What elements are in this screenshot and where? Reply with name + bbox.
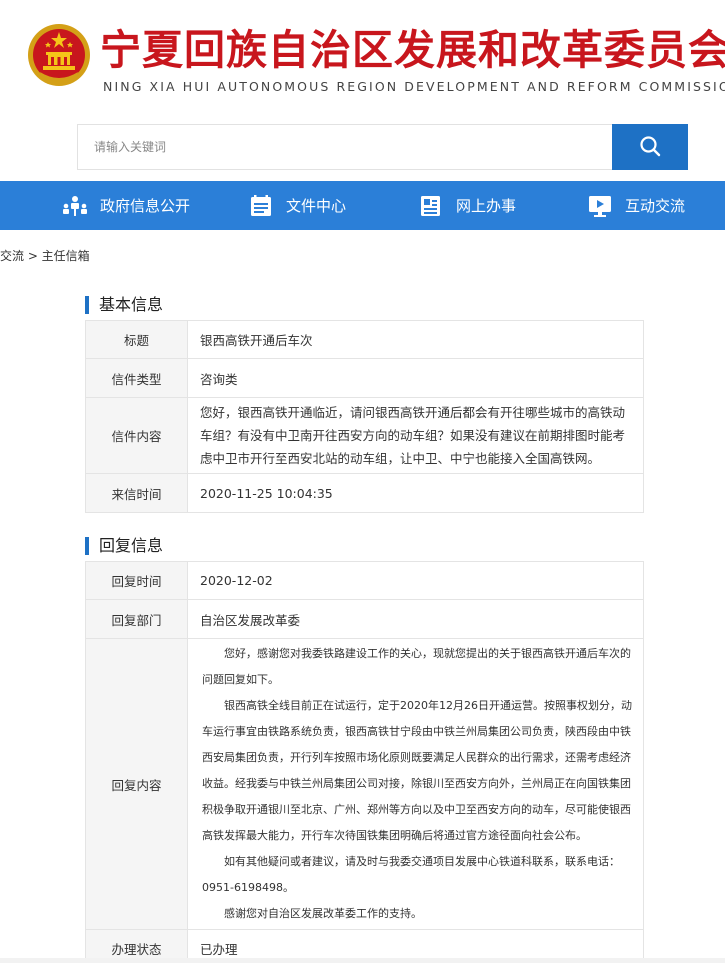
nav-item-documents[interactable]: 文件中心 bbox=[248, 181, 346, 230]
row-label: 回复内容 bbox=[85, 638, 188, 930]
row-label: 来信时间 bbox=[85, 473, 188, 513]
footer-divider bbox=[0, 958, 725, 963]
row-value: 2020-11-25 10:04:35 bbox=[187, 473, 644, 513]
reply-paragraph: 如有其他疑问或者建议，请及时与我委交通项目发展中心铁道科联系，联系电话：0951… bbox=[202, 855, 620, 894]
nav-item-online-service[interactable]: 网上办事 bbox=[418, 181, 516, 230]
reply-content: 您好，感谢您对我委铁路建设工作的关心，现就您提出的关于银西高铁开通后车次的问题回… bbox=[187, 638, 644, 930]
nav-label: 网上办事 bbox=[456, 197, 517, 215]
nav-item-interaction[interactable]: 互动交流 bbox=[587, 181, 685, 230]
table-row: 标题 银西高铁开通后车次 bbox=[85, 320, 644, 359]
row-value: 您好，银西高铁开通临近，请问银西高铁开通后都会有开往哪些城市的高铁动车组？有没有… bbox=[187, 397, 644, 474]
reply-paragraph: 感谢您对自治区发展改革委工作的支持。 bbox=[224, 907, 422, 920]
table-row: 来信时间 2020-11-25 10:04:35 bbox=[85, 473, 644, 513]
table-row: 回复内容 您好，感谢您对我委铁路建设工作的关心，现就您提出的关于银西高铁开通后车… bbox=[85, 638, 644, 930]
search-button[interactable] bbox=[612, 124, 688, 170]
nav-label: 文件中心 bbox=[286, 197, 347, 215]
online-service-icon bbox=[418, 195, 444, 217]
document-icon bbox=[248, 194, 274, 217]
row-label: 信件内容 bbox=[85, 397, 188, 474]
row-value: 自治区发展改革委 bbox=[187, 599, 644, 639]
search-icon bbox=[639, 135, 661, 160]
site-header: 宁夏回族自治区发展和改革委员会 NING XIA HUI AUTONOMOUS … bbox=[0, 0, 725, 110]
section-title-basic: 基本信息 bbox=[85, 296, 163, 314]
people-hierarchy-icon bbox=[62, 195, 88, 217]
national-emblem-icon bbox=[26, 22, 92, 88]
nav-label: 政府信息公开 bbox=[100, 197, 191, 215]
site-title-en: NING XIA HUI AUTONOMOUS REGION DEVELOPME… bbox=[103, 79, 725, 94]
table-row: 信件类型 咨询类 bbox=[85, 358, 644, 398]
nav-label: 互动交流 bbox=[625, 197, 686, 215]
row-label: 回复时间 bbox=[85, 561, 188, 600]
row-value: 咨询类 bbox=[187, 358, 644, 398]
basic-info-table: 标题 银西高铁开通后车次 信件类型 咨询类 信件内容 您好，银西高铁开通临近，请… bbox=[85, 320, 644, 513]
row-label: 标题 bbox=[85, 320, 188, 359]
table-row: 回复部门 自治区发展改革委 bbox=[85, 599, 644, 639]
row-label: 信件类型 bbox=[85, 358, 188, 398]
row-label: 回复部门 bbox=[85, 599, 188, 639]
main-nav: 政府信息公开 文件中心 网上办事 互动交流 bbox=[0, 181, 725, 230]
row-value: 2020-12-02 bbox=[187, 561, 644, 600]
site-title: 宁夏回族自治区发展和改革委员会 bbox=[100, 26, 725, 74]
search-bar bbox=[77, 124, 688, 170]
row-value: 银西高铁开通后车次 bbox=[187, 320, 644, 359]
reply-paragraph: 银西高铁全线目前正在试运行，定于2020年12月26日开通运营。按照事权划分，动… bbox=[202, 699, 632, 842]
reply-info-table: 回复时间 2020-12-02 回复部门 自治区发展改革委 回复内容 您好，感谢… bbox=[85, 561, 644, 963]
reply-paragraph: 您好，感谢您对我委铁路建设工作的关心，现就您提出的关于银西高铁开通后车次的问题回… bbox=[202, 647, 631, 686]
breadcrumb[interactable]: 交流 > 主任信箱 bbox=[0, 247, 90, 264]
table-row: 回复时间 2020-12-02 bbox=[85, 561, 644, 600]
section-title-reply: 回复信息 bbox=[85, 537, 163, 555]
play-screen-icon bbox=[587, 195, 613, 217]
table-row: 信件内容 您好，银西高铁开通临近，请问银西高铁开通后都会有开往哪些城市的高铁动车… bbox=[85, 397, 644, 474]
search-input[interactable] bbox=[77, 124, 612, 170]
nav-item-gov-info[interactable]: 政府信息公开 bbox=[62, 181, 190, 230]
